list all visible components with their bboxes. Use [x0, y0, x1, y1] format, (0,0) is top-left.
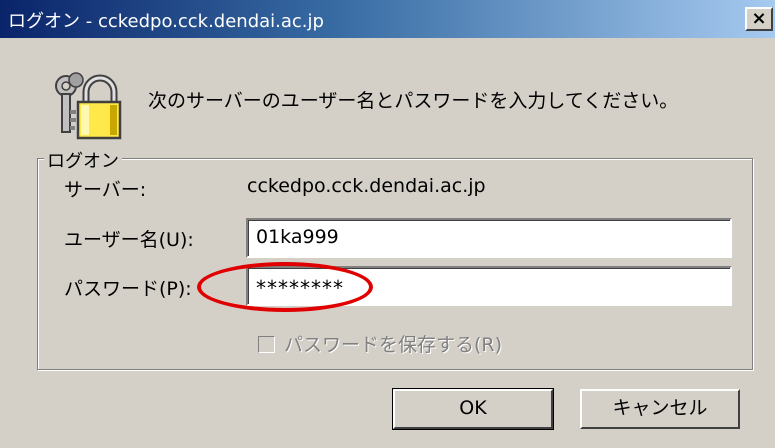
username-input[interactable]: 01ka999: [246, 218, 732, 258]
server-value: cckedpo.cck.dendai.ac.jp: [247, 175, 486, 197]
password-input[interactable]: ********: [246, 266, 732, 306]
close-button[interactable]: ×: [745, 7, 773, 31]
prompt-message: 次のサーバーのユーザー名とパスワードを入力してください。: [148, 90, 679, 112]
logon-group-legend: ログオン: [44, 147, 122, 173]
username-label: ユーザー名(U):: [64, 229, 194, 251]
window-title: ログオン - cckedpo.cck.dendai.ac.jp: [8, 11, 324, 32]
cancel-button[interactable]: キャンセル: [580, 389, 740, 429]
server-label: サーバー:: [64, 179, 147, 201]
logon-dialog: ログオン - cckedpo.cck.dendai.ac.jp × 次のサーバー…: [0, 0, 775, 448]
password-label: パスワード(P):: [64, 278, 192, 300]
title-bar[interactable]: ログオン - cckedpo.cck.dendai.ac.jp ×: [0, 0, 775, 38]
save-password-checkbox[interactable]: [258, 336, 275, 353]
save-password-label: パスワードを保存する(R): [284, 334, 503, 356]
close-icon: ×: [751, 8, 767, 29]
keys-and-padlock-icon: [55, 72, 122, 140]
ok-button[interactable]: OK: [392, 388, 554, 430]
